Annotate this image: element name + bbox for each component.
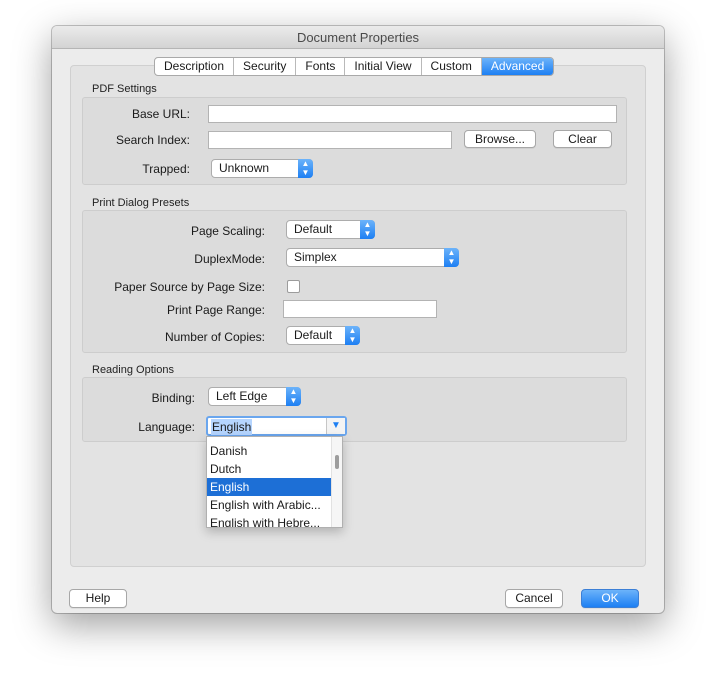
- updown-chevron-icon: ▲ ▼: [360, 220, 375, 239]
- search-index-label: Search Index:: [115, 133, 190, 147]
- paper-source-label: Paper Source by Page Size:: [114, 280, 265, 294]
- duplex-mode-label: DuplexMode:: [194, 252, 265, 266]
- print-page-range-label: Print Page Range:: [166, 303, 265, 317]
- binding-value: Left Edge: [216, 389, 268, 403]
- trapped-popup[interactable]: Unknown ▲ ▼: [211, 159, 313, 178]
- duplex-mode-value: Simplex: [294, 250, 337, 264]
- copies-popup[interactable]: Default ▲ ▼: [286, 326, 360, 345]
- copies-label: Number of Copies:: [164, 330, 265, 344]
- ok-button[interactable]: OK: [581, 589, 639, 608]
- language-dropdown-list: Danish Dutch English English with Arabic…: [206, 436, 343, 528]
- base-url-label: Base URL:: [131, 107, 190, 121]
- page-scaling-value: Default: [294, 222, 333, 236]
- language-label: Language:: [138, 420, 195, 434]
- updown-chevron-icon: ▲ ▼: [298, 159, 313, 178]
- scrollbar-thumb[interactable]: [335, 455, 339, 469]
- print-page-range-field[interactable]: [283, 300, 437, 318]
- language-option[interactable]: English with Arabic...: [207, 496, 334, 514]
- page-scaling-label: Page Scaling:: [190, 224, 265, 238]
- trapped-value: Unknown: [219, 161, 270, 175]
- tab-advanced[interactable]: Advanced: [481, 58, 554, 75]
- print-presets-title: Print Dialog Presets: [92, 197, 190, 209]
- language-option-selected[interactable]: English: [207, 478, 334, 496]
- reading-options-title: Reading Options: [92, 364, 174, 376]
- document-properties-dialog: Document Properties Description Security…: [52, 26, 664, 613]
- help-button[interactable]: Help: [69, 589, 127, 608]
- updown-chevron-icon: ▲ ▼: [444, 248, 459, 267]
- tab-initial-view[interactable]: Initial View: [345, 58, 422, 75]
- binding-popup[interactable]: Left Edge ▲ ▼: [208, 387, 301, 406]
- pdf-settings-title: PDF Settings: [92, 83, 157, 95]
- language-option[interactable]: Danish: [207, 442, 334, 460]
- cancel-button[interactable]: Cancel: [505, 589, 563, 608]
- language-combobox[interactable]: English ▼: [206, 416, 347, 436]
- base-url-field[interactable]: [208, 105, 617, 123]
- tab-fonts[interactable]: Fonts: [296, 58, 346, 75]
- chevron-down-icon[interactable]: ▼: [326, 418, 345, 434]
- duplex-mode-popup[interactable]: Simplex ▲ ▼: [286, 248, 459, 267]
- window-title: Document Properties: [296, 30, 420, 45]
- browse-button[interactable]: Browse...: [464, 130, 536, 148]
- tab-bar: Description Security Fonts Initial View …: [154, 57, 555, 76]
- language-option[interactable]: Dutch: [207, 460, 334, 478]
- language-option[interactable]: English with Hebre...: [207, 514, 334, 527]
- search-index-field[interactable]: [208, 131, 452, 149]
- dropdown-scrollbar[interactable]: [331, 437, 342, 527]
- updown-chevron-icon: ▲ ▼: [286, 387, 301, 406]
- updown-chevron-icon: ▲ ▼: [345, 326, 360, 345]
- tab-custom[interactable]: Custom: [422, 58, 482, 75]
- language-value[interactable]: English: [211, 419, 253, 435]
- page-scaling-popup[interactable]: Default ▲ ▼: [286, 220, 375, 239]
- paper-source-checkbox[interactable]: [287, 280, 300, 293]
- title-bar[interactable]: Document Properties: [52, 26, 664, 49]
- clear-button[interactable]: Clear: [553, 130, 612, 148]
- binding-label: Binding:: [151, 391, 195, 405]
- tab-description[interactable]: Description: [155, 58, 235, 75]
- copies-value: Default: [294, 328, 333, 342]
- tab-security[interactable]: Security: [234, 58, 297, 75]
- trapped-label: Trapped:: [142, 162, 190, 176]
